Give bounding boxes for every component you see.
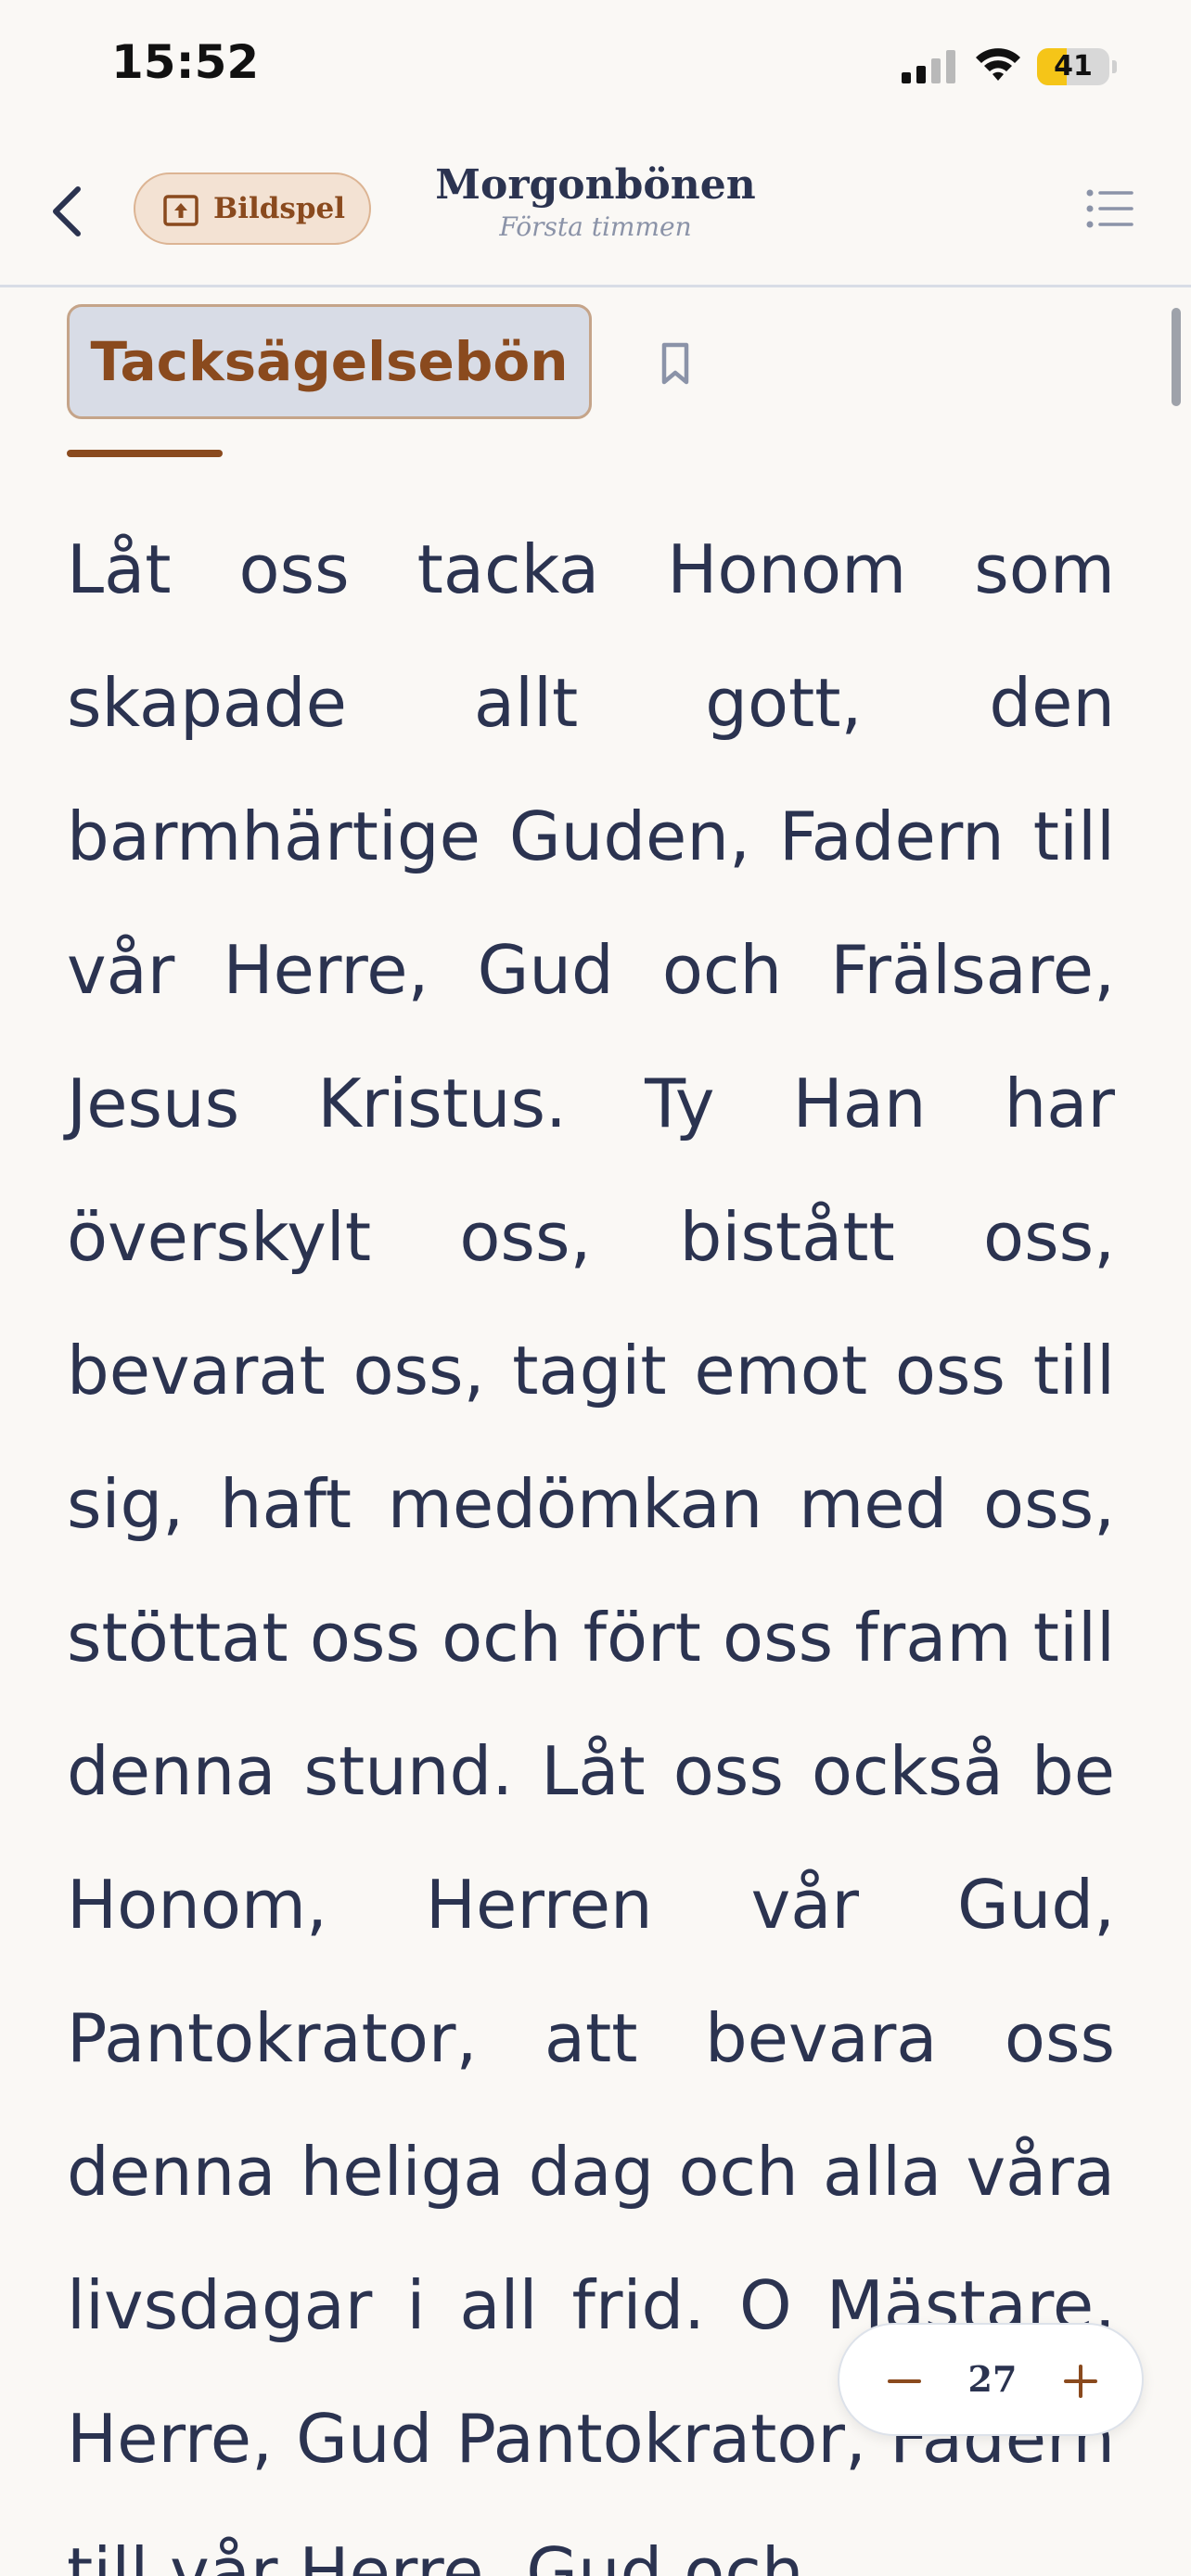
status-bar: 15:52 41: [0, 0, 1191, 139]
font-size-control: 27: [838, 2323, 1144, 2436]
decrease-font-button[interactable]: [877, 2353, 932, 2409]
scrollbar[interactable]: [1172, 308, 1181, 406]
table-of-contents-button[interactable]: [1085, 185, 1135, 232]
chevron-left-icon: [53, 186, 81, 236]
plus-icon: [1064, 2365, 1097, 2398]
increase-font-button[interactable]: [1053, 2353, 1108, 2409]
list-icon: [1086, 189, 1133, 228]
status-time: 15:52: [111, 35, 260, 89]
nav-bar: Bildspel Morgonbönen Första timmen: [0, 139, 1191, 287]
slideshow-upload-icon: [163, 195, 198, 226]
slideshow-label: Bildspel: [213, 192, 346, 225]
wifi-icon: [976, 48, 1020, 81]
section-tab[interactable]: Tacksägelsebön: [67, 304, 592, 419]
back-button[interactable]: [37, 174, 102, 249]
minus-icon: [888, 2379, 921, 2383]
bookmark-button[interactable]: [649, 334, 701, 393]
section-underline: [67, 450, 223, 457]
cellular-signal-icon: [902, 50, 955, 83]
battery-icon: 41: [1037, 48, 1117, 85]
page: 15:52 41 Bildspel Morgonbönen Första tim…: [0, 0, 1191, 2576]
prayer-text: Låt oss tacka Honom som skapade allt got…: [67, 530, 1115, 2576]
bookmark-icon: [661, 342, 689, 385]
page-title: Morgonbönen: [435, 161, 756, 209]
battery-level-text: 41: [1054, 50, 1093, 83]
slideshow-button[interactable]: Bildspel: [134, 172, 371, 245]
page-subtitle: Första timmen: [499, 211, 692, 242]
section-title: Tacksägelsebön: [90, 330, 569, 393]
nav-title-group: Morgonbönen Första timmen: [410, 159, 781, 243]
font-size-value: 27: [967, 2358, 1018, 2400]
